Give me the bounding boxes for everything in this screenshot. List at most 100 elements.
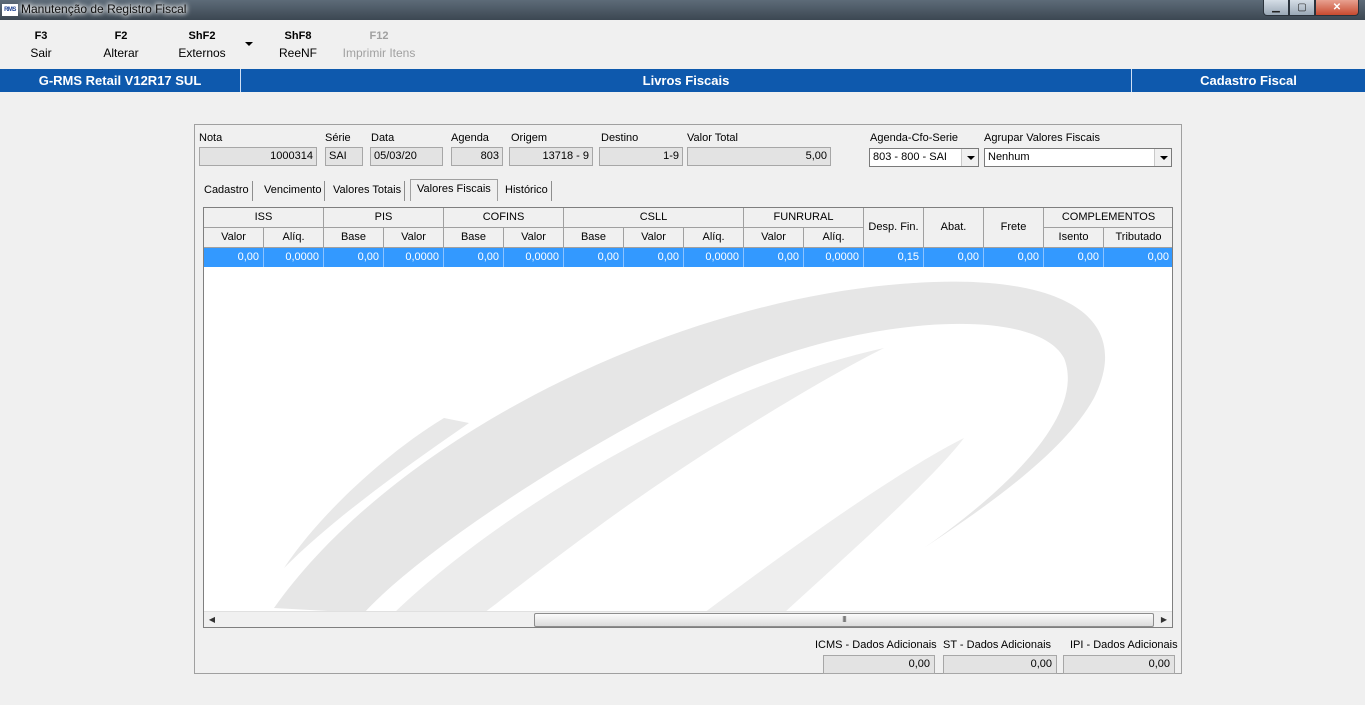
alterar-label: Alterar bbox=[103, 46, 139, 60]
window-titlebar: RMS Manutenção de Registro Fiscal ▁ ▢ ✕ bbox=[0, 0, 1365, 20]
minimize-icon[interactable]: ▁ bbox=[1263, 0, 1289, 16]
icms-adicionais-field[interactable]: 0,00 bbox=[823, 655, 935, 674]
externos-key: ShF2 bbox=[188, 30, 216, 42]
table-row-cell[interactable]: 0,0000 bbox=[684, 248, 744, 267]
subheader-funrural-aliq: Alíq. bbox=[804, 228, 864, 248]
valores-fiscais-grid[interactable]: ISS PIS COFINS CSLL FUNRURAL Desp. Fin. … bbox=[203, 207, 1173, 628]
alterar-button[interactable]: F2 Alterar bbox=[100, 30, 142, 60]
agenda-cfo-serie-label: Agenda-Cfo-Serie bbox=[870, 132, 959, 144]
header-csll: CSLL bbox=[564, 208, 744, 228]
tab-valores-fiscais[interactable]: Valores Fiscais bbox=[410, 179, 498, 201]
scrollbar-thumb[interactable]: III bbox=[534, 613, 1154, 627]
registro-fiscal-panel: Nota 1000314 Série SAI Data 05/03/20 Age… bbox=[194, 124, 1182, 674]
ipi-adicionais-label: IPI - Dados Adicionais bbox=[1070, 639, 1178, 651]
scroll-left-icon[interactable]: ◀ bbox=[204, 612, 220, 627]
subheader-isento: Isento bbox=[1044, 228, 1104, 248]
subheader-tributado: Tributado bbox=[1104, 228, 1172, 248]
table-row-cell[interactable]: 0,00 bbox=[624, 248, 684, 267]
agenda-field[interactable]: 803 bbox=[451, 147, 503, 166]
watermark-swoosh-icon bbox=[274, 281, 1106, 613]
scroll-right-icon[interactable]: ▶ bbox=[1156, 612, 1172, 627]
horizontal-scrollbar[interactable]: ◀ III ▶ bbox=[204, 611, 1172, 627]
function-key-toolbar: F3 Sair F2 Alterar ShF2 Externos ShF8 Re… bbox=[0, 20, 1365, 69]
externos-button[interactable]: ShF2 Externos bbox=[176, 30, 228, 60]
serie-field[interactable]: SAI bbox=[325, 147, 363, 166]
reenf-label: ReeNF bbox=[278, 46, 317, 60]
agenda-cfo-serie-value: 803 - 800 - SAI bbox=[873, 151, 947, 163]
table-row-cell[interactable]: 0,00 bbox=[924, 248, 984, 267]
header-cofins: COFINS bbox=[444, 208, 564, 228]
maximize-icon[interactable]: ▢ bbox=[1289, 0, 1315, 16]
table-row-cell[interactable]: 0,00 bbox=[324, 248, 384, 267]
subheader-funrural-valor: Valor bbox=[744, 228, 804, 248]
table-row-cell[interactable]: 0,00 bbox=[984, 248, 1044, 267]
module-header-bar: G-RMS Retail V12R17 SUL Livros Fiscais C… bbox=[0, 69, 1365, 92]
window-title: Manutenção de Registro Fiscal bbox=[21, 2, 187, 16]
product-version: G-RMS Retail V12R17 SUL bbox=[38, 73, 202, 88]
close-icon[interactable]: ✕ bbox=[1315, 0, 1359, 16]
header-pis: PIS bbox=[324, 208, 444, 228]
table-row-cell[interactable]: 0,0000 bbox=[264, 248, 324, 267]
destino-field[interactable]: 1-9 bbox=[599, 147, 683, 166]
st-adicionais-field[interactable]: 0,00 bbox=[943, 655, 1057, 674]
rms-app-icon: RMS bbox=[2, 4, 18, 16]
subheader-cofins-valor: Valor bbox=[504, 228, 564, 248]
agenda-label: Agenda bbox=[451, 132, 489, 144]
table-row-cell[interactable]: 0,00 bbox=[564, 248, 624, 267]
sair-button[interactable]: F3 Sair bbox=[28, 30, 54, 60]
icms-adicionais-label: ICMS - Dados Adicionais bbox=[815, 639, 937, 651]
chevron-down-icon[interactable] bbox=[1154, 149, 1171, 166]
imprimir-itens-label: Imprimir Itens bbox=[342, 46, 416, 60]
subheader-cofins-base: Base bbox=[444, 228, 504, 248]
table-row-cell[interactable]: 0,00 bbox=[1104, 248, 1172, 267]
agrupar-value: Nenhum bbox=[988, 151, 1030, 163]
header-abat: Abat. bbox=[924, 208, 984, 248]
subheader-csll-valor: Valor bbox=[624, 228, 684, 248]
table-row-cell[interactable]: 0,00 bbox=[744, 248, 804, 267]
sair-key: F3 bbox=[34, 30, 48, 42]
table-row-cell[interactable]: 0,00 bbox=[1044, 248, 1104, 267]
table-row-cell[interactable]: 0,00 bbox=[444, 248, 504, 267]
st-adicionais-label: ST - Dados Adicionais bbox=[943, 639, 1052, 651]
valor-total-label: Valor Total bbox=[687, 132, 738, 144]
table-row-cell[interactable]: 0,0000 bbox=[804, 248, 864, 267]
subheader-iss-valor: Valor bbox=[204, 228, 264, 248]
header-desp-fin: Desp. Fin. bbox=[864, 208, 924, 248]
header-complementos: COMPLEMENTOS bbox=[1044, 208, 1172, 228]
nota-field[interactable]: 1000314 bbox=[199, 147, 317, 166]
agrupar-select[interactable]: Nenhum bbox=[984, 148, 1172, 167]
reenf-button[interactable]: ShF8 ReeNF bbox=[278, 30, 318, 60]
subheader-csll-base: Base bbox=[564, 228, 624, 248]
tab-valores-totais[interactable]: Valores Totais bbox=[330, 181, 406, 201]
nota-label: Nota bbox=[199, 132, 223, 144]
imprimir-itens-button[interactable]: F12 Imprimir Itens bbox=[340, 30, 418, 60]
table-row-cell[interactable]: 0,0000 bbox=[384, 248, 444, 267]
subheader-pis-valor: Valor bbox=[384, 228, 444, 248]
header-frete: Frete bbox=[984, 208, 1044, 248]
agenda-cfo-serie-select[interactable]: 803 - 800 - SAI bbox=[869, 148, 979, 167]
tab-historico[interactable]: Histórico bbox=[502, 181, 552, 201]
origem-label: Origem bbox=[511, 132, 548, 144]
screen-name: Cadastro Fiscal bbox=[1200, 73, 1297, 88]
agrupar-label: Agrupar Valores Fiscais bbox=[984, 132, 1100, 144]
table-row-cell[interactable]: 0,15 bbox=[864, 248, 924, 267]
subheader-iss-aliq: Alíq. bbox=[264, 228, 324, 248]
subheader-pis-base: Base bbox=[324, 228, 384, 248]
table-row-cell[interactable]: 0,00 bbox=[204, 248, 264, 267]
ipi-adicionais-field[interactable]: 0,00 bbox=[1063, 655, 1175, 674]
tab-cadastro[interactable]: Cadastro bbox=[201, 181, 253, 201]
table-row-cell[interactable]: 0,0000 bbox=[504, 248, 564, 267]
sair-label: Sair bbox=[30, 46, 52, 60]
header-funrural: FUNRURAL bbox=[744, 208, 864, 228]
chevron-down-icon[interactable] bbox=[961, 149, 978, 166]
origem-field[interactable]: 13718 - 9 bbox=[509, 147, 593, 166]
valor-total-field[interactable]: 5,00 bbox=[687, 147, 831, 166]
tab-vencimento[interactable]: Vencimento bbox=[261, 181, 326, 201]
externos-dropdown-icon[interactable] bbox=[245, 42, 253, 46]
data-field[interactable]: 05/03/20 bbox=[370, 147, 443, 166]
imprimir-itens-key: F12 bbox=[369, 30, 389, 42]
module-name: Livros Fiscais bbox=[642, 73, 730, 88]
reenf-key: ShF8 bbox=[284, 30, 312, 42]
destino-label: Destino bbox=[601, 132, 639, 144]
window-controls: ▁ ▢ ✕ bbox=[1263, 0, 1359, 16]
